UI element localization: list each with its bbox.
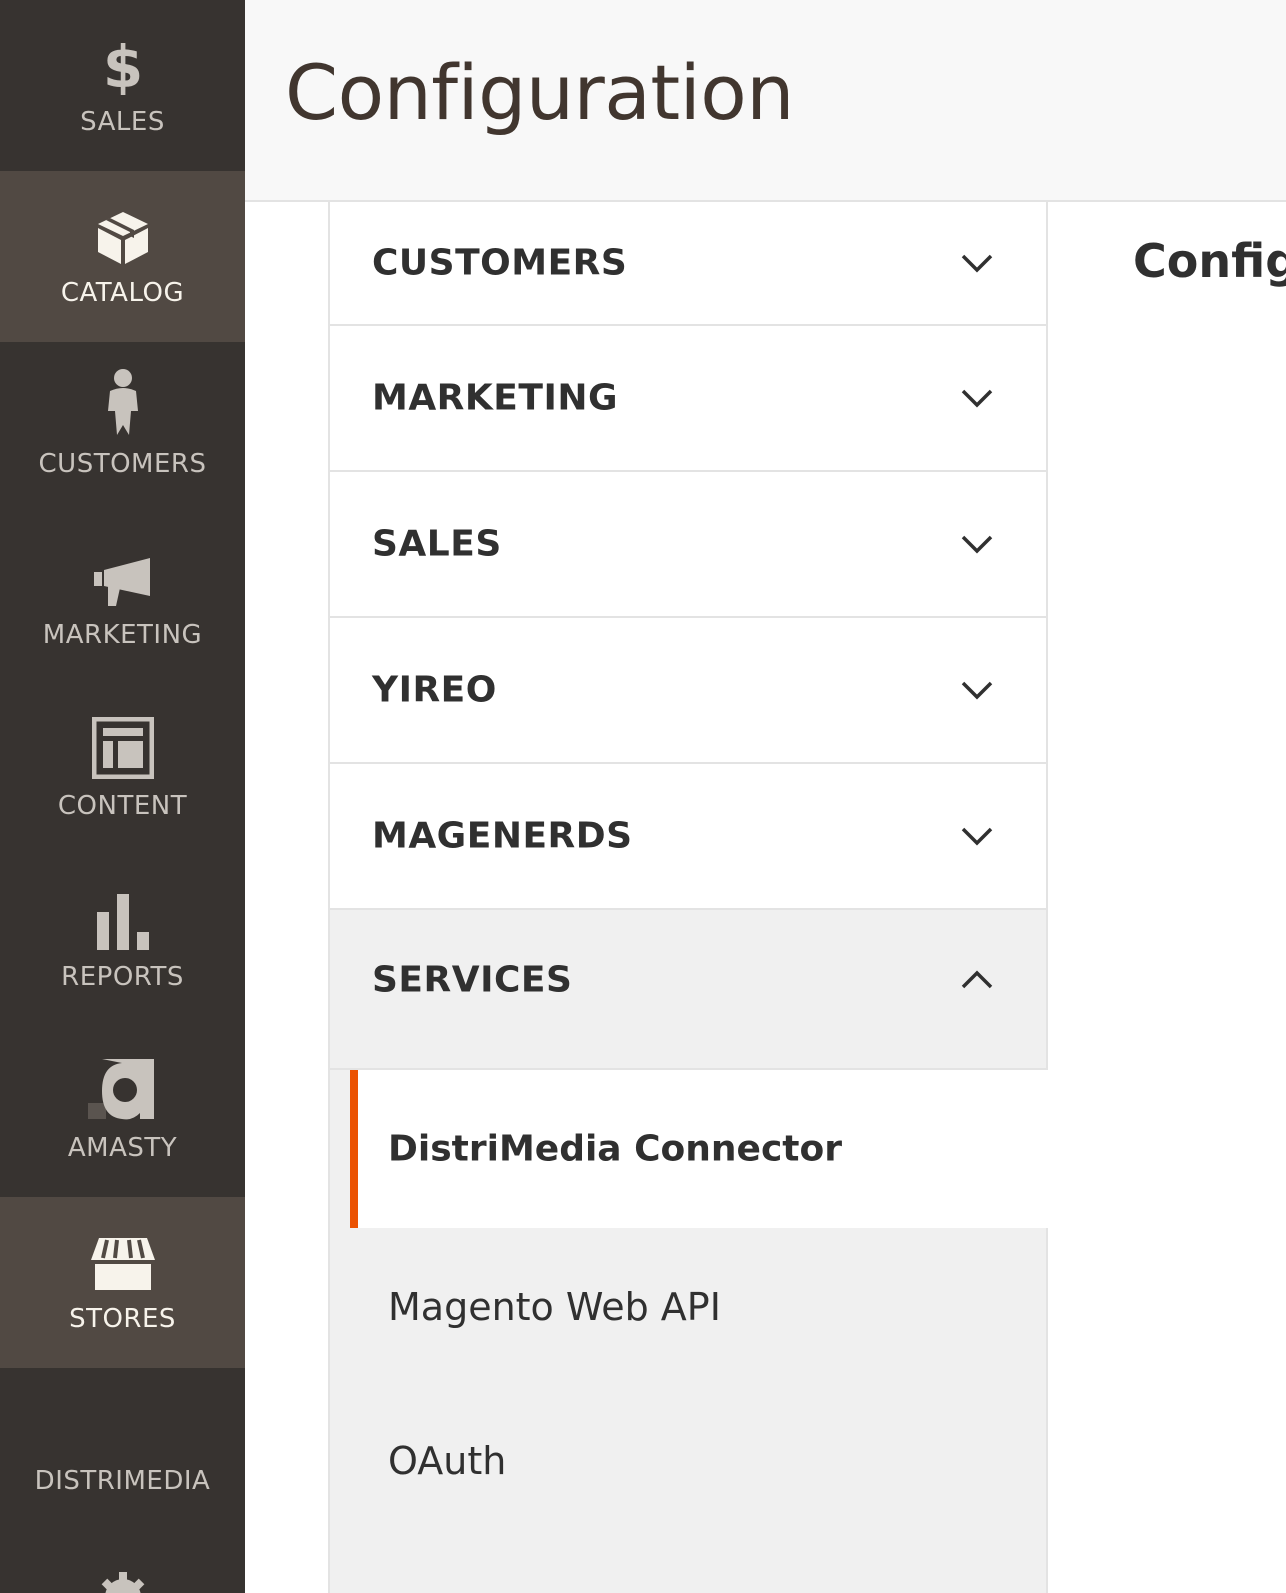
- menu-item-label: CONTENT: [57, 791, 188, 821]
- chevron-up-icon: [961, 970, 993, 989]
- dollar-icon: $: [103, 25, 143, 95]
- menu-item-content[interactable]: CONTENT: [0, 684, 245, 855]
- sub-item-magento-web-api[interactable]: Magento Web API: [350, 1228, 1050, 1386]
- svg-text:$: $: [103, 35, 143, 95]
- tab-group-label: MAGENERDS: [372, 815, 633, 857]
- menu-item-label: REPORTS: [61, 962, 184, 992]
- menu-item-amasty[interactable]: AMASTY: [0, 1026, 245, 1197]
- menu-item-stores[interactable]: STORES: [0, 1197, 245, 1368]
- tab-group-services[interactable]: SERVICES: [328, 910, 1048, 1070]
- megaphone-icon: [92, 538, 154, 608]
- chevron-down-icon: [961, 535, 993, 554]
- config-tabs: CUSTOMERS MARKETING SALES YIREO MAGENERD…: [328, 202, 1050, 1593]
- menu-item-sales[interactable]: $ SALES: [0, 0, 245, 171]
- sub-item-label: Magento Web API: [388, 1285, 721, 1329]
- amasty-logo-icon: [87, 1051, 158, 1121]
- sub-item-oauth[interactable]: OAuth: [350, 1382, 1050, 1540]
- page-header: Configuration: [245, 0, 1286, 202]
- chevron-down-icon: [961, 681, 993, 700]
- tab-group-label: SALES: [372, 523, 502, 565]
- chevron-down-icon: [961, 389, 993, 408]
- menu-item-label: CATALOG: [60, 278, 185, 308]
- menu-item-distrimedia[interactable]: DISTRIMEDIA: [0, 1395, 245, 1566]
- tab-group-customers[interactable]: CUSTOMERS: [328, 202, 1048, 326]
- sub-item-label: DistriMedia Connector: [388, 1128, 842, 1170]
- menu-item-marketing[interactable]: MARKETING: [0, 513, 245, 684]
- bar-chart-icon: [95, 880, 151, 950]
- person-icon: [105, 367, 141, 437]
- services-submenu: DistriMedia Connector Magento Web API OA…: [328, 1070, 1050, 1593]
- sub-item-label: OAuth: [388, 1439, 507, 1483]
- gear-icon: [98, 1572, 148, 1593]
- menu-item-label: MARKETING: [42, 620, 203, 650]
- chevron-down-icon: [961, 827, 993, 846]
- menu-item-label: AMASTY: [67, 1133, 178, 1163]
- menu-item-label: CUSTOMERS: [38, 449, 207, 479]
- chevron-down-icon: [961, 254, 993, 273]
- menu-item-catalog[interactable]: CATALOG: [0, 171, 245, 342]
- layout-icon: [91, 709, 154, 779]
- tab-group-marketing[interactable]: MARKETING: [328, 326, 1048, 472]
- tab-group-magenerds[interactable]: MAGENERDS: [328, 764, 1048, 910]
- storefront-icon: [89, 1222, 157, 1292]
- menu-item-label: SALES: [80, 107, 165, 137]
- menu-item-reports[interactable]: REPORTS: [0, 855, 245, 1026]
- menu-item-label: DISTRIMEDIA: [34, 1465, 211, 1496]
- tab-group-label: SERVICES: [372, 959, 573, 1001]
- tab-group-label: MARKETING: [372, 377, 619, 419]
- box-icon: [96, 196, 150, 266]
- tab-group-yireo[interactable]: YIREO: [328, 618, 1048, 764]
- tab-group-label: YIREO: [372, 669, 497, 711]
- admin-sidebar: $ SALES CATALOG CUSTOMERS MARKETING CONT…: [0, 0, 245, 1593]
- tab-group-sales[interactable]: SALES: [328, 472, 1048, 618]
- menu-item-customers[interactable]: CUSTOMERS: [0, 342, 245, 513]
- section-heading: Config: [1133, 234, 1286, 288]
- menu-item-label: STORES: [69, 1304, 176, 1334]
- sub-item-distrimedia-connector[interactable]: DistriMedia Connector: [350, 1070, 1050, 1228]
- tab-group-label: CUSTOMERS: [372, 242, 628, 284]
- page-title: Configuration: [285, 48, 794, 137]
